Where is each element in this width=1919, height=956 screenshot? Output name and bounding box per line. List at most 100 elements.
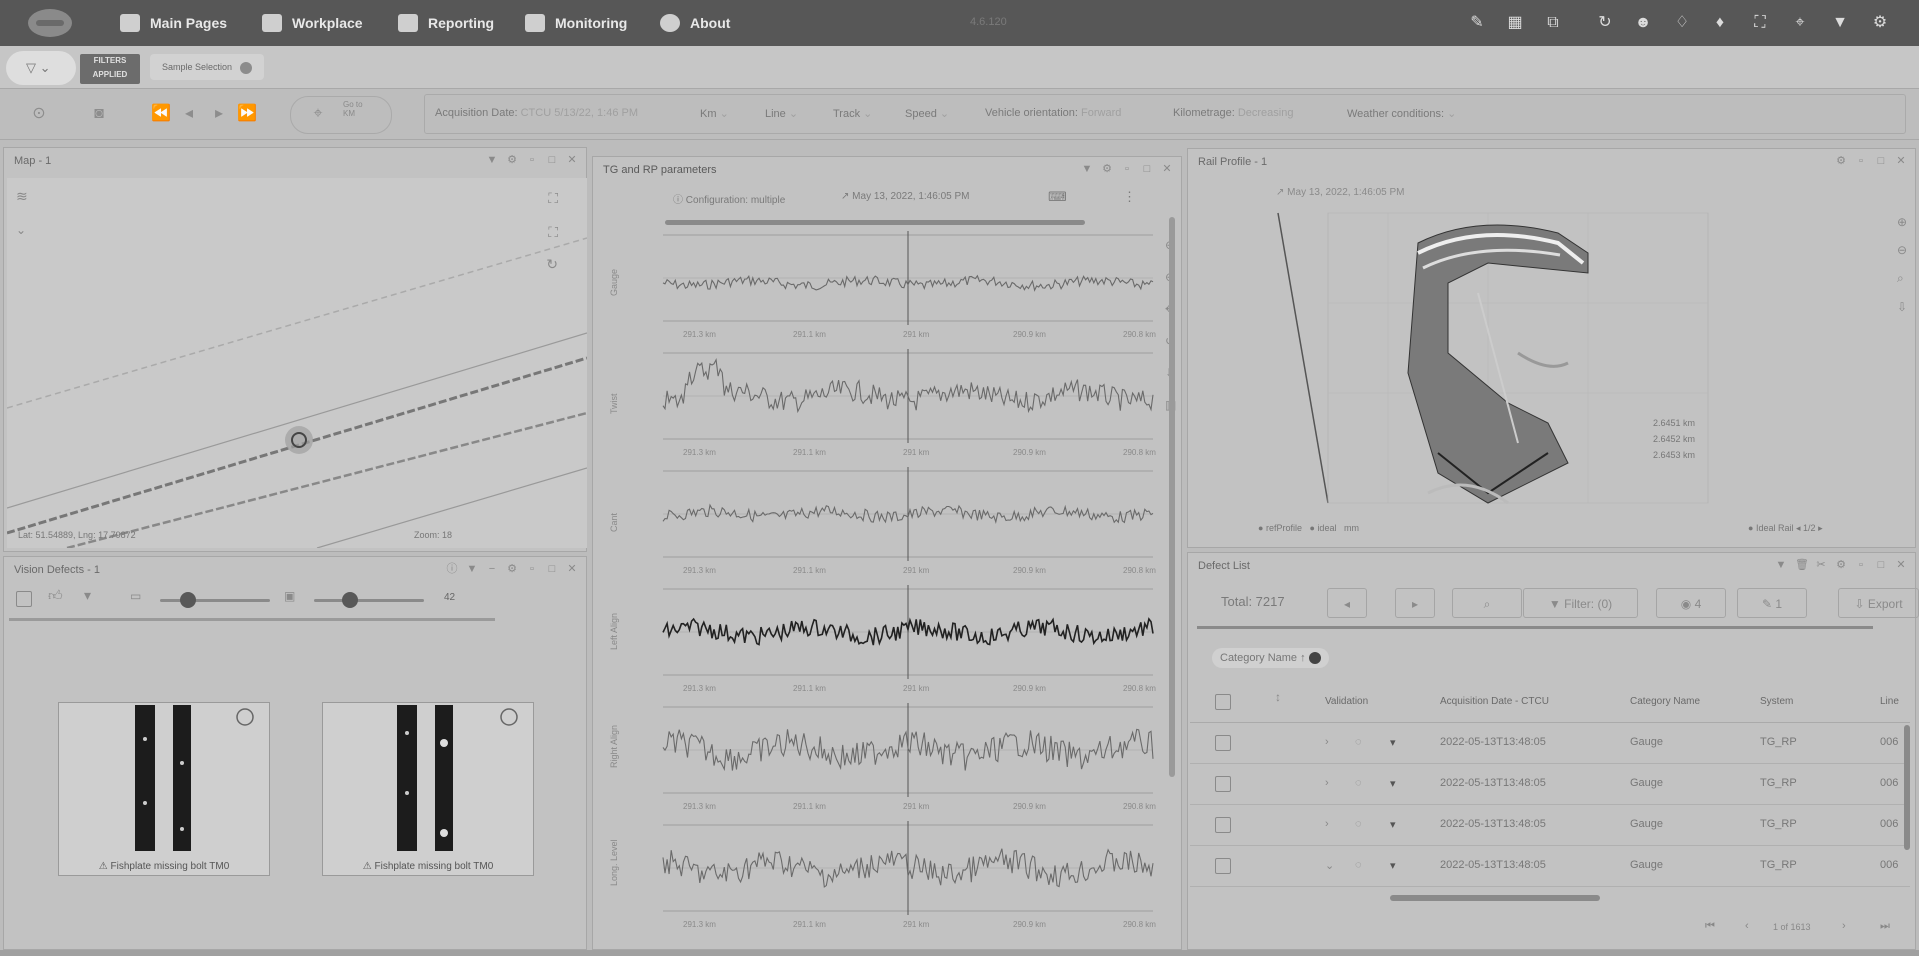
table-row[interactable]: › ◌ ▾ 2022-05-13T13:48:05 Gauge TG_RP 006 [1190,805,1910,846]
table-row[interactable]: › ◌ ▾ 2022-05-13T13:48:05 Gauge TG_RP 006 [1190,723,1910,764]
chevron-down-icon[interactable]: ⌄ [1325,859,1334,872]
info-icon[interactable]: ⓘ [446,563,458,575]
refresh-icon[interactable]: ↻ [1595,13,1615,33]
legend-item[interactable]: mm [1344,523,1359,533]
search-icon[interactable]: ⌕ [1897,271,1907,286]
user-icon[interactable]: ☻ [1633,13,1653,33]
more-vert-icon[interactable]: ⋮ [1123,189,1136,205]
thumbs-up-icon[interactable]: ◌ [1355,818,1362,830]
zoom-slider-track[interactable] [314,599,424,602]
pencil-icon[interactable]: ✎ [1467,13,1487,33]
nav-about[interactable]: About [660,0,730,46]
chevron-right-icon[interactable]: › [1325,736,1329,748]
col-category-name[interactable]: Category Name [1630,696,1700,707]
legend-item[interactable]: refProfile [1266,523,1302,533]
close-icon[interactable] [240,61,253,74]
minimize-icon[interactable]: ▫ [1855,155,1867,167]
settings-icon[interactable]: ⚙ [1101,163,1113,175]
horizontal-scroll-indicator[interactable] [1197,626,1873,629]
layers-icon[interactable]: ≋ [16,188,38,210]
table-row[interactable]: ⌄ ◌ ▾ 2022-05-13T13:48:05 Gauge TG_RP 006 [1190,846,1910,887]
app-logo[interactable] [28,9,72,37]
scissors-icon[interactable]: ✂ [1815,559,1827,571]
maximize-icon[interactable]: □ [1875,559,1887,571]
grid-edit-icon[interactable]: ▦ [1505,13,1525,33]
param-speed[interactable]: Speed ⌄ [905,107,949,120]
table-horizontal-scrollbar[interactable] [1390,895,1600,901]
minus-icon[interactable]: − [486,563,498,575]
filter-icon[interactable]: ▼ [486,154,498,166]
col-line[interactable]: Line [1880,696,1899,707]
row-checkbox[interactable] [1215,735,1231,751]
param-line[interactable]: Line ⌄ [765,107,798,120]
chevron-left-icon[interactable]: ◂ [1796,523,1801,533]
chevron-down-icon[interactable]: ⌄ [16,223,38,245]
step-back-icon[interactable]: ◂ [178,103,200,125]
tg-charts[interactable]: Gauge 291.3 km 291.1 km 291 km 290.9 km 290.8… [593,227,1181,949]
first-page-icon[interactable]: ⏮ [1705,920,1715,933]
delete-icon[interactable]: 🗑︎ [1795,559,1809,571]
row-checkbox[interactable] [1215,817,1231,833]
pin-button[interactable]: ✎ 1 [1737,588,1807,618]
minimize-icon[interactable]: ▫ [526,563,538,575]
defect-image-card[interactable]: ⚠ Fishplate missing bolt TM0 [322,702,534,876]
settings-icon[interactable]: ⚙ [1870,13,1890,33]
vertical-scrollbar[interactable] [1169,217,1175,777]
group-chip[interactable]: Category Name ↑ [1212,648,1329,668]
close-icon[interactable]: ✕ [566,154,578,166]
param-weather[interactable]: Weather conditions: ⌄ [1347,107,1456,120]
col-validation[interactable]: Validation [1325,696,1368,707]
rail-profile-3d-plot[interactable]: 2.6451 km 2.6452 km 2.6453 km [1188,173,1915,547]
config-selector[interactable]: ⓘ Configuration: multiple [673,191,785,206]
nav-workplace[interactable]: Workplace [262,0,363,46]
minimize-icon[interactable]: ▫ [526,154,538,166]
zoom-slider-thumb[interactable] [342,592,358,608]
add-location-icon[interactable]: ⌖ [1790,13,1810,33]
size-slider-thumb[interactable] [180,592,196,608]
filter-toggle-button[interactable] [6,51,76,85]
close-icon[interactable]: ✕ [1895,155,1907,167]
chevron-right-icon[interactable]: › [1325,818,1329,830]
select-all-checkbox[interactable] [1215,694,1231,710]
col-system[interactable]: System [1760,696,1793,707]
go-to-km-button[interactable]: ⌖ Go to KM [290,96,392,134]
close-icon[interactable] [1308,652,1321,665]
maximize-icon[interactable]: □ [1875,155,1887,167]
thumbs-down-icon[interactable]: ▾ [1390,777,1396,790]
prev-defect-button[interactable]: ◂ [1327,588,1367,618]
nav-reporting[interactable]: Reporting [398,0,494,46]
refresh-icon[interactable]: ↻ [546,256,558,273]
fit-bounds-icon[interactable]: ⛶ [548,224,558,241]
chevron-right-icon[interactable]: › [1325,777,1329,789]
filter-icon[interactable]: ▼ [1830,13,1850,33]
size-slider-track[interactable] [160,599,270,602]
zoom-in-icon[interactable]: ⊕ [1897,215,1907,229]
thumbs-up-icon[interactable]: 👍︎ [48,587,63,604]
thumbs-up-icon[interactable]: ◌ [1355,777,1362,789]
settings-icon[interactable]: ⚙ [506,154,518,166]
filter-button[interactable]: ▼ Filter: (0) [1523,588,1638,618]
bell-outline-icon[interactable]: ♢ [1672,13,1692,33]
thumbs-up-icon[interactable]: ◌ [1355,859,1362,871]
param-track[interactable]: Track ⌄ [833,107,872,120]
nav-main-pages[interactable]: Main Pages [120,0,227,46]
play-circle-icon[interactable]: ⊙ [28,103,50,125]
sample-selection-chip[interactable]: Sample Selection [150,54,265,80]
filter-icon[interactable]: ▼ [1081,163,1093,175]
defect-image-card[interactable]: ⚠ Fishplate missing bolt TM0 [58,702,270,876]
thumbs-down-icon[interactable]: ▾ [1390,859,1396,872]
table-row[interactable]: › ◌ ▾ 2022-05-13T13:48:05 Gauge TG_RP 006 [1190,764,1910,805]
open-external-icon[interactable]: ⧉ [1543,13,1563,33]
filter-icon[interactable]: ▼ [466,563,478,575]
maximize-icon[interactable]: □ [546,154,558,166]
expand-all-icon[interactable]: ↕ [1275,690,1281,704]
thumbs-up-icon[interactable]: ◌ [1355,736,1362,748]
settings-icon[interactable]: ⚙ [506,563,518,575]
legend-item[interactable]: Ideal Rail [1756,523,1794,533]
param-km[interactable]: Km ⌄ [700,107,729,120]
prev-page-icon[interactable]: ‹ [1745,920,1749,932]
bell-icon[interactable]: ♦ [1710,13,1730,33]
legend-item[interactable]: ideal [1317,523,1336,533]
settings-icon[interactable]: ⚙ [1835,559,1847,571]
last-page-icon[interactable]: ⏭ [1880,920,1890,933]
